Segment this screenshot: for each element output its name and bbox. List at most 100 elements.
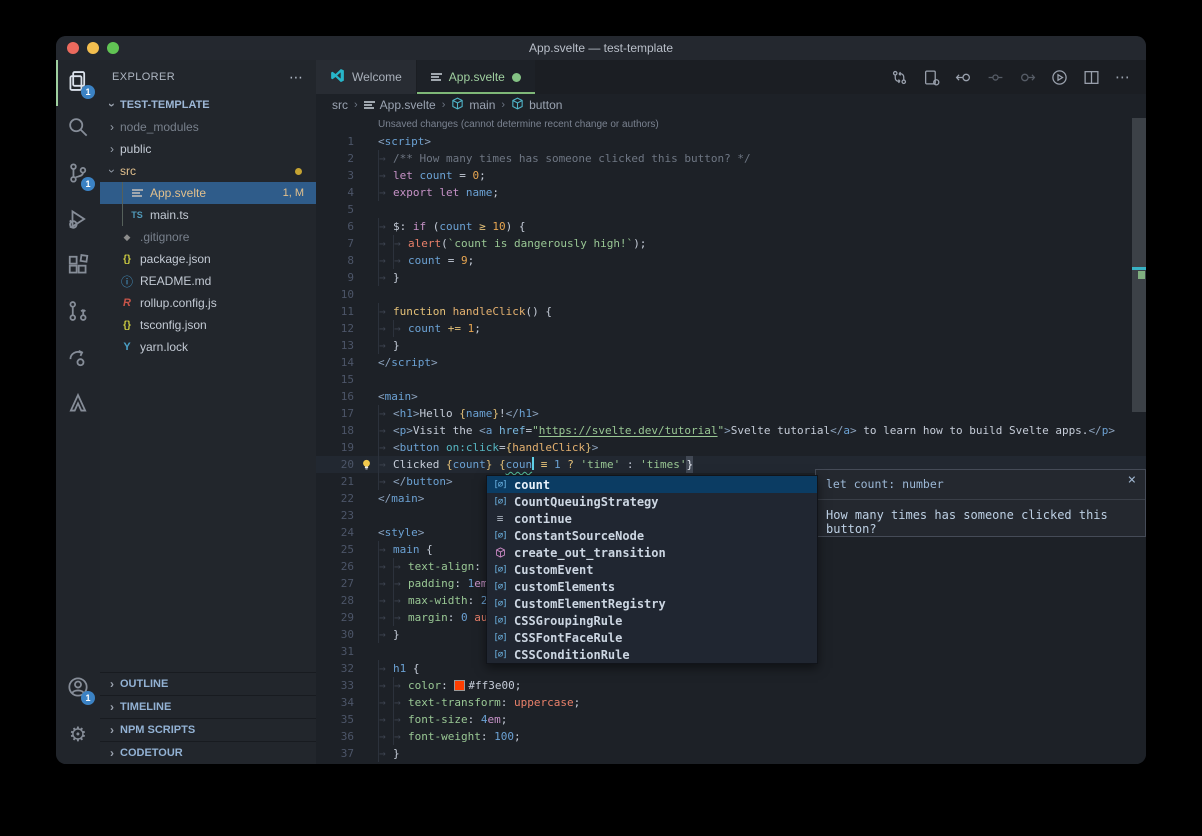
- code-line[interactable]: 17→<h1>Hello {name}!</h1>: [316, 405, 1146, 422]
- code-line[interactable]: 14</script>: [316, 354, 1146, 371]
- chevron-right-icon: ›: [501, 99, 505, 111]
- unsaved-dot-icon[interactable]: [512, 73, 521, 82]
- section-timeline[interactable]: ›TIMELINE: [100, 695, 316, 718]
- file-row-src[interactable]: ›src: [100, 160, 316, 182]
- navigate-current-icon[interactable]: [986, 68, 1004, 86]
- whitespace-tab: →: [378, 252, 393, 269]
- run-icon[interactable]: [1050, 68, 1068, 86]
- navigate-forward-icon[interactable]: [1018, 68, 1036, 86]
- code-line[interactable]: 35→→font-size: 4em;: [316, 711, 1146, 728]
- breadcrumb-src[interactable]: src: [332, 98, 348, 112]
- file-row-public[interactable]: ›public: [100, 138, 316, 160]
- section-codetour[interactable]: ›CODETOUR: [100, 741, 316, 764]
- open-changes-icon[interactable]: [922, 68, 940, 86]
- file-row-node-modules[interactable]: ›node_modules: [100, 116, 316, 138]
- code-line[interactable]: 12→→count += 1;: [316, 320, 1146, 337]
- file-row-main-ts[interactable]: TSmain.ts: [100, 204, 316, 226]
- code-token: }: [393, 626, 400, 643]
- line-number: 33: [316, 677, 354, 694]
- file-row-rollup-config-js[interactable]: Rrollup.config.js: [100, 292, 316, 314]
- file-row-readme-md[interactable]: ⓘREADME.md: [100, 270, 316, 292]
- activity-search[interactable]: [56, 106, 100, 152]
- activity-live-share[interactable]: [56, 336, 100, 382]
- tab-welcome[interactable]: Welcome: [316, 60, 417, 94]
- more-actions-icon[interactable]: ⋯: [1114, 68, 1132, 86]
- workspace-section-header[interactable]: › TEST-TEMPLATE: [100, 94, 316, 116]
- code-line[interactable]: 4→export let name;: [316, 184, 1146, 201]
- line-number: 30: [316, 626, 354, 643]
- editor[interactable]: Unsaved changes (cannot determine recent…: [316, 116, 1146, 764]
- file-row-package-json[interactable]: {}package.json: [100, 248, 316, 270]
- suggestion-count[interactable]: [∅]count: [487, 476, 817, 493]
- line-number: 9: [316, 269, 354, 286]
- tab-app-svelte[interactable]: App.svelte: [417, 60, 535, 94]
- whitespace-tab: →: [393, 694, 408, 711]
- git-compare-icon[interactable]: [890, 68, 908, 86]
- code-line[interactable]: 37→}: [316, 745, 1146, 762]
- code-token: </: [506, 405, 519, 422]
- whitespace-tab: →: [378, 677, 393, 694]
- activity-source-control[interactable]: 1: [56, 152, 100, 198]
- suggestion-create_out_transition[interactable]: create_out_transition: [487, 544, 817, 561]
- explorer-more-actions[interactable]: ⋯: [289, 69, 304, 86]
- code-line[interactable]: 7→→alert(`count is dangerously high!`);: [316, 235, 1146, 252]
- split-editor-icon[interactable]: [1082, 68, 1100, 86]
- activity-explorer[interactable]: 1: [56, 60, 100, 106]
- breadcrumb-app-svelte[interactable]: App.svelte: [364, 98, 436, 112]
- suggestion-CustomElementRegistry[interactable]: [∅]CustomElementRegistry: [487, 595, 817, 612]
- activity-azure[interactable]: [56, 382, 100, 428]
- file-row--gitignore[interactable]: ◆.gitignore: [100, 226, 316, 248]
- whitespace-tab: →: [378, 150, 393, 167]
- activity-extensions[interactable]: [56, 244, 100, 290]
- code-line[interactable]: 10: [316, 286, 1146, 303]
- activity-run-debug[interactable]: [56, 198, 100, 244]
- code-token: main: [391, 490, 418, 507]
- code-line[interactable]: 9→}: [316, 269, 1146, 286]
- file-row-app-svelte[interactable]: App.svelte1, M: [100, 182, 316, 204]
- codelens-unsaved-changes[interactable]: Unsaved changes (cannot determine recent…: [316, 116, 1146, 133]
- file-row-tsconfig-json[interactable]: {}tsconfig.json: [100, 314, 316, 336]
- code-line[interactable]: 36→→font-weight: 100;: [316, 728, 1146, 745]
- editor-scrollbar[interactable]: [1132, 118, 1146, 412]
- activity-settings[interactable]: ⚙: [56, 712, 100, 758]
- suggestion-CountQueuingStrategy[interactable]: [∅]CountQueuingStrategy: [487, 493, 817, 510]
- suggestion-label: CustomEvent: [514, 563, 593, 577]
- suggestion-CSSFontFaceRule[interactable]: [∅]CSSFontFaceRule: [487, 629, 817, 646]
- title-bar[interactable]: App.svelte — test-template: [56, 36, 1146, 60]
- section-outline[interactable]: ›OUTLINE: [100, 672, 316, 695]
- suggestion-continue[interactable]: ≡continue: [487, 510, 817, 527]
- suggestion-customElements[interactable]: [∅]customElements: [487, 578, 817, 595]
- code-line[interactable]: 16<main>: [316, 388, 1146, 405]
- code-token: 1: [468, 575, 475, 592]
- suggestion-CustomEvent[interactable]: [∅]CustomEvent: [487, 561, 817, 578]
- close-icon[interactable]: ×: [1128, 473, 1136, 487]
- code-line[interactable]: 2→/** How many times has someone clicked…: [316, 150, 1146, 167]
- breadcrumb-main[interactable]: main: [451, 97, 495, 113]
- suggestion-CSSConditionRule[interactable]: [∅]CSSConditionRule: [487, 646, 817, 663]
- code-line[interactable]: 5: [316, 201, 1146, 218]
- code-line[interactable]: 8→→count = 9;: [316, 252, 1146, 269]
- suggestion-ConstantSourceNode[interactable]: [∅]ConstantSourceNode: [487, 527, 817, 544]
- code-token: <: [393, 405, 400, 422]
- breadcrumb-button[interactable]: button: [511, 97, 562, 113]
- code-line[interactable]: 33→→color: #ff3e00;: [316, 677, 1146, 694]
- section-npm-scripts[interactable]: ›NPM SCRIPTS: [100, 718, 316, 741]
- code-line[interactable]: 15: [316, 371, 1146, 388]
- file-row-yarn-lock[interactable]: Yyarn.lock: [100, 336, 316, 358]
- code-line[interactable]: 3→let count = 0;: [316, 167, 1146, 184]
- code-line[interactable]: 13→}: [316, 337, 1146, 354]
- code-token: +=: [441, 320, 468, 337]
- whitespace-tab: →: [378, 728, 393, 745]
- code-line[interactable]: 11→function handleClick() {: [316, 303, 1146, 320]
- code-line[interactable]: 34→→text-transform: uppercase;: [316, 694, 1146, 711]
- code-line[interactable]: 19→<button on:click={handleClick}>: [316, 439, 1146, 456]
- code-line[interactable]: 6→$: if (count ≥ 10) {: [316, 218, 1146, 235]
- line-number: 6: [316, 218, 354, 235]
- suggestion-CSSGroupingRule[interactable]: [∅]CSSGroupingRule: [487, 612, 817, 629]
- lightbulb-icon[interactable]: [354, 456, 378, 473]
- code-line[interactable]: 18→<p>Visit the <a href="https://svelte.…: [316, 422, 1146, 439]
- code-line[interactable]: 1<script>: [316, 133, 1146, 150]
- activity-accounts[interactable]: 1: [56, 666, 100, 712]
- navigate-back-icon[interactable]: [954, 68, 972, 86]
- activity-github-pull-requests[interactable]: [56, 290, 100, 336]
